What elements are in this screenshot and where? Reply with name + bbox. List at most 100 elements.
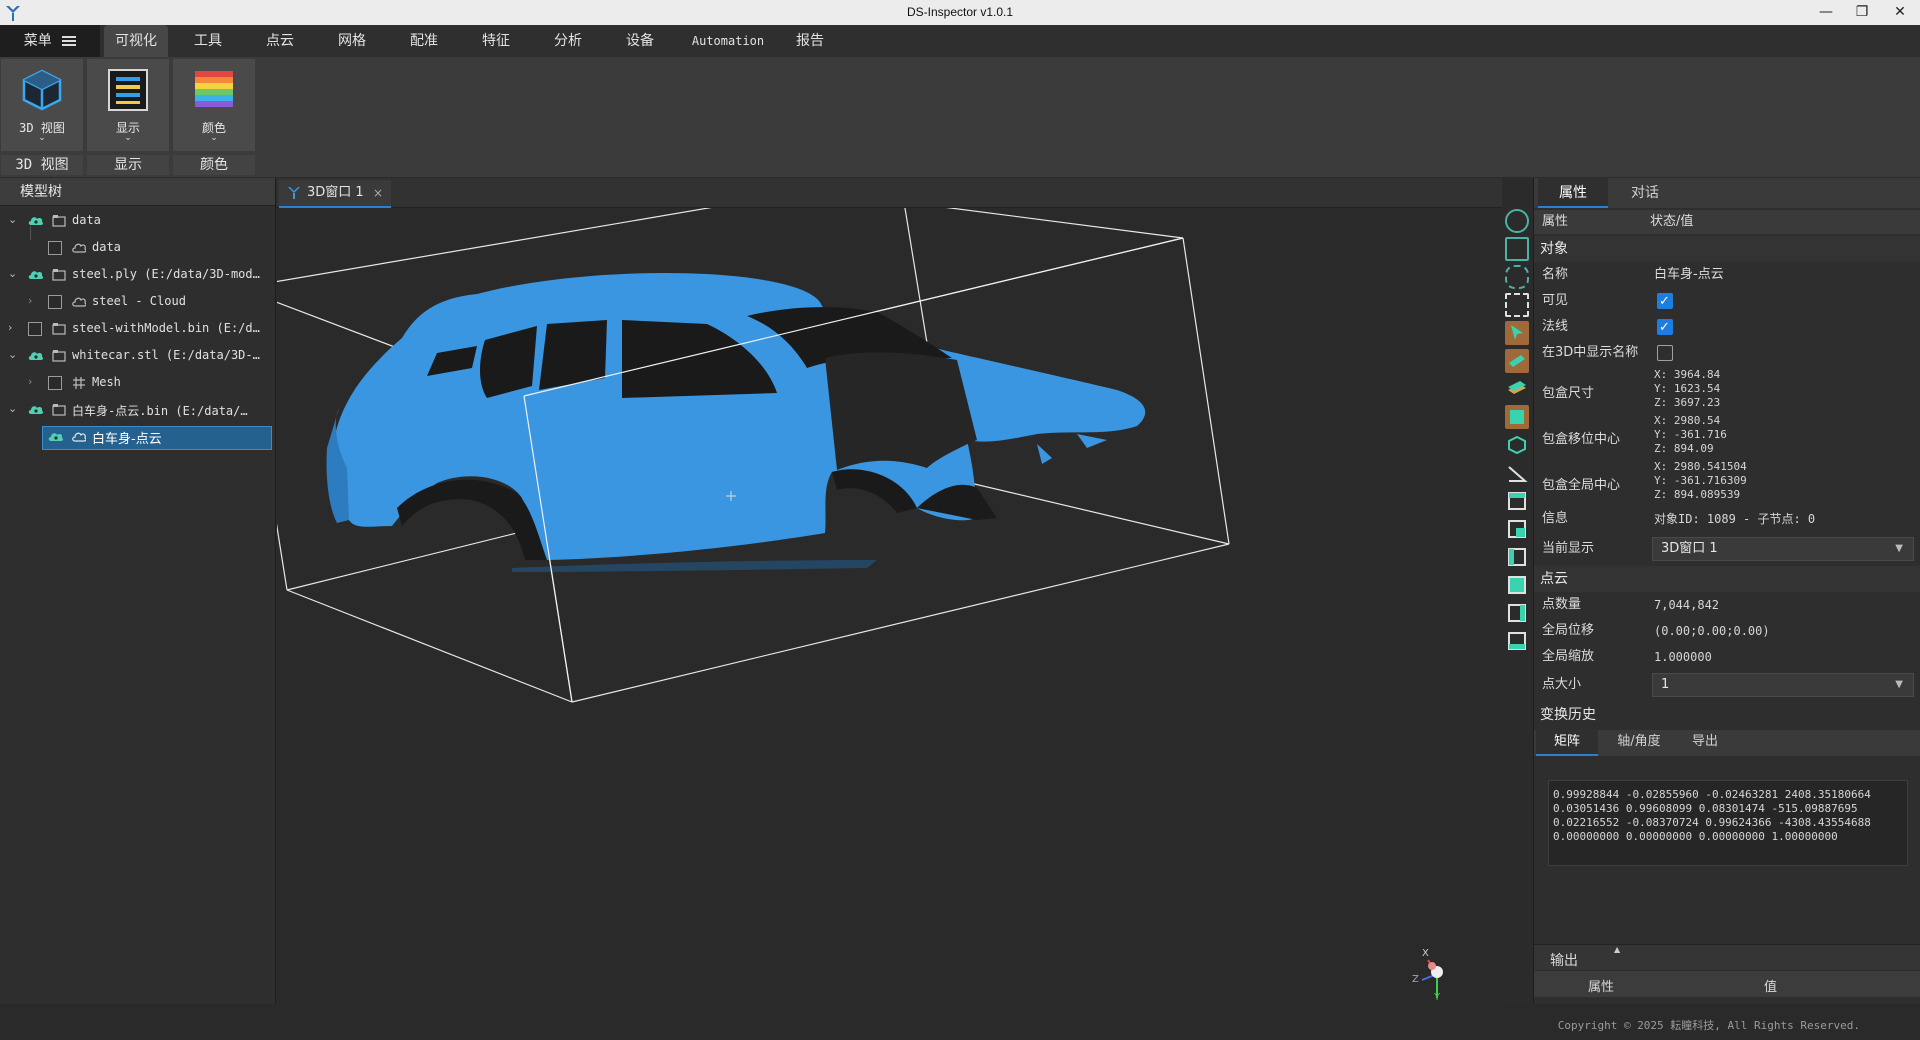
3d-viewport[interactable]: X Y Z	[277, 208, 1502, 1004]
tree-item[interactable]: 白车身-点云	[0, 424, 276, 450]
zoom-icon[interactable]	[1505, 209, 1529, 233]
expand-right-icon[interactable]: ›	[28, 294, 40, 307]
main-menu-label: 菜单	[23, 33, 52, 49]
car-body-point-cloud[interactable]	[326, 272, 1146, 572]
tree-item[interactable]: data	[0, 235, 276, 261]
cloud-icon	[72, 432, 86, 442]
cloud-visible-icon[interactable]	[28, 350, 44, 361]
top-view-icon[interactable]	[1505, 573, 1529, 597]
menu-tools[interactable]: 工具	[178, 25, 238, 57]
output-table-header: 属性 值	[1534, 971, 1920, 997]
left-view-icon[interactable]	[1505, 545, 1529, 569]
pointer-icon[interactable]	[1505, 321, 1529, 345]
tree-item[interactable]: › Mesh	[0, 370, 276, 396]
cube-view-icon[interactable]	[1505, 433, 1529, 457]
normals-checkbox[interactable]	[1657, 317, 1673, 339]
tab-matrix[interactable]: 矩阵	[1536, 730, 1598, 756]
cloud-icon	[72, 243, 86, 253]
tree-guide-line	[30, 226, 31, 240]
axis-gizmo[interactable]: X Y Z	[1412, 948, 1462, 1004]
right-view-icon[interactable]	[1505, 601, 1529, 625]
close-tab-icon[interactable]: ×	[373, 180, 383, 206]
bbox-dim-z: Z: 3697.23	[1654, 396, 1721, 409]
menu-visualization[interactable]: 可视化	[104, 25, 168, 57]
cloud-visible-icon[interactable]	[28, 269, 44, 280]
back-view-icon[interactable]	[1505, 517, 1529, 541]
visibility-checkbox[interactable]	[48, 376, 62, 390]
visibility-checkbox[interactable]	[48, 295, 62, 309]
tab-axis-angle[interactable]: 轴/角度	[1602, 730, 1676, 756]
rect-select-icon[interactable]	[1505, 293, 1529, 317]
row-bbox-dimensions: 包盒尺寸 X: 3964.84 Y: 1623.54 Z: 3697.23	[1534, 368, 1920, 412]
row-bbox-global-center: 包盒全局中心 X: 2980.541504 Y: -361.716309 Z: …	[1534, 460, 1920, 504]
angle-icon[interactable]	[1505, 461, 1529, 485]
properties-panel: 属性 对话 属性 状态/值 对象 名称 白车身-点云 可见 法线 在3D中显示名…	[1533, 178, 1920, 1004]
menu-report[interactable]: 报告	[780, 25, 840, 57]
transform-tabs: 矩阵 轴/角度 导出	[1534, 730, 1920, 756]
3d-scene[interactable]	[277, 208, 1502, 1004]
box-icon[interactable]	[1505, 405, 1529, 429]
mesh-icon	[73, 377, 85, 389]
tab-properties[interactable]: 属性	[1538, 178, 1608, 208]
plane-icon[interactable]	[1505, 349, 1529, 373]
row-info: 信息 对象ID: 1089 - 子节点: 0	[1534, 508, 1920, 530]
menu-devices[interactable]: 设备	[610, 25, 670, 57]
tree-item-label: data	[72, 213, 101, 227]
cloud-icon	[72, 297, 86, 307]
menu-automation[interactable]: Automation	[682, 25, 774, 57]
display-button[interactable]: 显示 ⌄	[87, 59, 169, 151]
front-view-icon[interactable]	[1505, 489, 1529, 513]
minimize-button[interactable]: —	[1808, 0, 1844, 25]
output-panel-header[interactable]: 输出 ▲	[1534, 944, 1920, 970]
cloud-visible-icon[interactable]	[28, 215, 44, 226]
menu-features[interactable]: 特征	[466, 25, 526, 57]
tree-item[interactable]: ⌄ steel.ply (E:/data/3D-mod…	[0, 262, 276, 288]
expand-right-icon[interactable]: ›	[8, 321, 20, 334]
row-point-count: 点数量 7,044,842	[1534, 594, 1920, 616]
menu-analysis[interactable]: 分析	[538, 25, 598, 57]
row-normals: 法线	[1534, 316, 1920, 339]
point-size-select[interactable]: 1 ▼	[1652, 673, 1914, 697]
tab-3d-window-1[interactable]: 3D窗口 1 ×	[279, 180, 391, 208]
tab-export[interactable]: 导出	[1678, 730, 1732, 756]
current-display-select[interactable]: 3D窗口 1 ▼	[1652, 537, 1914, 561]
expand-down-icon[interactable]: ⌄	[8, 348, 20, 361]
tree-item[interactable]: › steel - Cloud	[0, 289, 276, 315]
collapse-icon[interactable]: ▲	[1614, 945, 1620, 954]
restore-button[interactable]: ❐	[1844, 0, 1880, 25]
main-menu-button[interactable]: 菜单	[0, 25, 100, 57]
tree-item[interactable]: ⌄ whitecar.stl (E:/data/3D-…	[0, 343, 276, 369]
tab-dialog[interactable]: 对话	[1610, 178, 1680, 208]
name-value[interactable]: 白车身-点云	[1654, 264, 1724, 286]
color-button[interactable]: 颜色 ⌄	[173, 59, 255, 151]
transform-matrix[interactable]: 0.99928844 -0.02855960 -0.02463281 2408.…	[1548, 780, 1908, 866]
expand-down-icon[interactable]: ⌄	[8, 402, 20, 415]
matrix-row: 0.00000000 0.00000000 0.00000000 1.00000…	[1553, 830, 1838, 843]
tree-item[interactable]: ⌄ 白车身-点云.bin (E:/data/…	[0, 397, 276, 423]
window-title: DS-Inspector v1.0.1	[906, 5, 1014, 19]
tree-item[interactable]: › steel-withModel.bin (E:/d…	[0, 316, 276, 342]
cloud-visible-icon[interactable]	[48, 431, 64, 442]
matrix-row: 0.02216552 -0.08370724 0.99624366 -4308.…	[1553, 816, 1871, 829]
expand-down-icon[interactable]: ⌄	[8, 267, 20, 280]
menu-point-cloud[interactable]: 点云	[250, 25, 310, 57]
bottom-view-icon[interactable]	[1505, 629, 1529, 653]
tree-item[interactable]: ⌄ data	[0, 208, 276, 234]
expand-right-icon[interactable]: ›	[28, 375, 40, 388]
visibility-checkbox[interactable]	[28, 322, 42, 336]
menu-registration[interactable]: 配准	[394, 25, 454, 57]
show-name-checkbox[interactable]	[1657, 345, 1673, 361]
visible-checkbox[interactable]	[1657, 291, 1673, 313]
folder-icon	[52, 350, 66, 362]
row-current-display: 当前显示 3D窗口 1 ▼	[1534, 536, 1920, 562]
cloud-visible-icon[interactable]	[28, 404, 44, 415]
lasso-select-icon[interactable]	[1505, 265, 1529, 289]
viewport-tab-bar: 3D窗口 1 ×	[277, 178, 1502, 208]
visibility-checkbox[interactable]	[48, 241, 62, 255]
select-polygon-icon[interactable]	[1505, 237, 1529, 261]
layers-icon[interactable]	[1505, 377, 1529, 401]
3d-view-button[interactable]: 3D 视图 ⌄	[1, 59, 83, 151]
menu-mesh[interactable]: 网格	[322, 25, 382, 57]
close-window-button[interactable]: ✕	[1882, 0, 1918, 25]
expand-down-icon[interactable]: ⌄	[8, 213, 20, 226]
